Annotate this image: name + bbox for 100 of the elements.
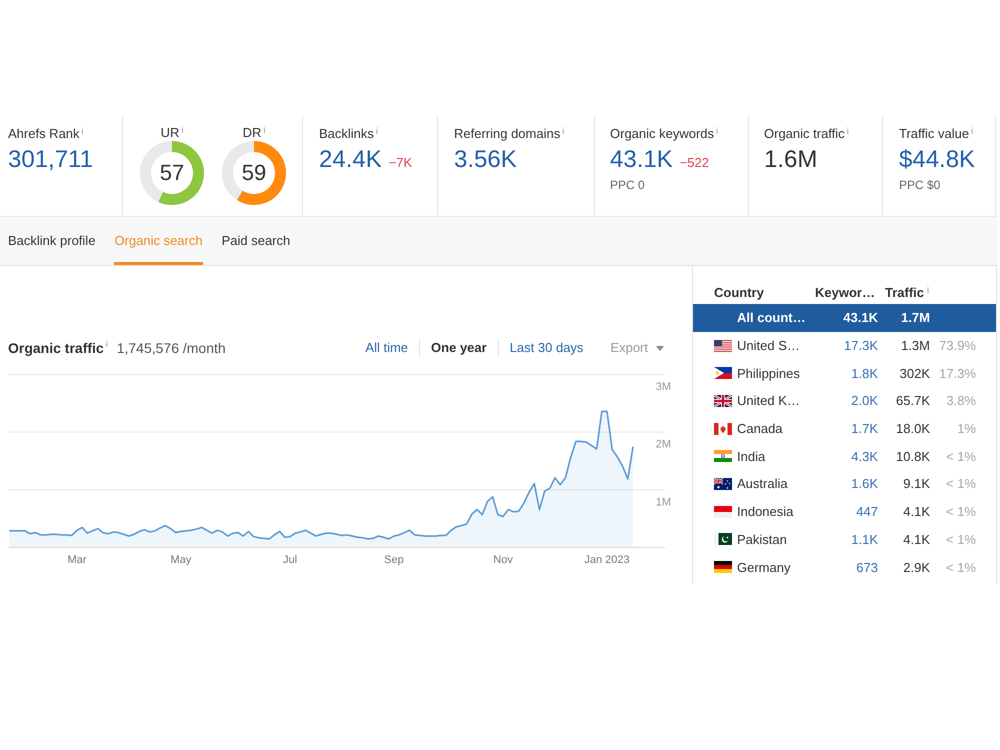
keyword-count[interactable]: 4.3K xyxy=(851,448,878,464)
metric-label: Backlinks xyxy=(319,126,374,142)
traffic-value: 4.1K xyxy=(903,532,930,547)
traffic-value: 2.9K xyxy=(903,560,930,575)
keyword-count[interactable]: 17.3K xyxy=(844,338,878,354)
flag-icon xyxy=(714,367,732,380)
gauge-label: DR xyxy=(242,125,262,141)
traffic-share: < 1% xyxy=(946,448,976,464)
country-row[interactable]: Canada 1.7K 18.0K 1% xyxy=(693,414,996,442)
keyword-count[interactable]: 43.1K xyxy=(843,310,878,326)
x-axis-label: Mar xyxy=(67,554,86,566)
x-axis-label: Jul xyxy=(283,554,298,566)
traffic-share: < 1% xyxy=(946,476,976,492)
traffic-value: 9.1K xyxy=(903,476,930,492)
metric-change: −7K xyxy=(388,155,412,170)
keyword-count[interactable]: 1.6K xyxy=(851,476,878,492)
country-row[interactable]: Germany 673 2.9K < 1% xyxy=(693,553,996,581)
metric-value: 1.6M xyxy=(764,146,818,174)
column-header: Keywor… xyxy=(815,284,875,300)
keyword-count[interactable]: 447 xyxy=(856,504,878,520)
info-icon: i xyxy=(562,126,564,136)
traffic-value: 302K xyxy=(900,366,930,381)
traffic-share: < 1% xyxy=(946,532,976,547)
traffic-value: 18.0K xyxy=(896,421,930,436)
keyword-count[interactable]: 1.7K xyxy=(851,421,878,436)
info-icon: i xyxy=(971,126,974,136)
keyword-count[interactable]: 673 xyxy=(856,560,878,575)
info-icon: i xyxy=(181,125,184,135)
flag-icon xyxy=(714,340,732,352)
traffic-share: 73.9% xyxy=(939,338,976,354)
flag-icon xyxy=(714,422,732,435)
country-row[interactable]: Philippines 1.8K 302K 17.3% xyxy=(693,359,996,388)
metric-label: Traffic value xyxy=(899,126,970,142)
metric-label: Organic keywords xyxy=(610,126,714,142)
range-tab[interactable]: One year xyxy=(419,339,498,357)
metric-value-link[interactable]: $44.8K xyxy=(899,146,976,174)
gauge-value: 59 xyxy=(242,161,266,185)
country-name: Pakistan xyxy=(737,532,788,547)
metric-value-link[interactable]: 3.56K xyxy=(454,146,517,174)
keyword-count[interactable]: 1.1K xyxy=(851,532,878,547)
traffic-value: 65.7K xyxy=(896,393,930,408)
flag-icon xyxy=(714,394,732,407)
metric-change: −522 xyxy=(680,155,710,170)
info-icon: i xyxy=(263,125,266,135)
y-axis-label: 1M xyxy=(656,496,671,508)
country-name: United S… xyxy=(737,338,801,354)
metric-value-link[interactable]: 43.1K xyxy=(610,146,673,174)
traffic-value: 1.3M xyxy=(901,338,930,354)
country-name: India xyxy=(737,448,766,464)
y-axis-label: 3M xyxy=(656,381,671,393)
country-row[interactable]: All count… 43.1K 1.7M xyxy=(693,304,996,332)
country-row[interactable]: Australia 1.6K 9.1K < 1% xyxy=(693,470,996,498)
keyword-count[interactable]: 1.8K xyxy=(851,366,878,381)
metric-value-link[interactable]: 301,711 xyxy=(8,146,93,174)
chart-title: Organic traffic xyxy=(8,340,104,356)
country-name: United K… xyxy=(737,393,801,408)
traffic-value: 4.1K xyxy=(903,504,930,520)
x-axis-label: Nov xyxy=(493,554,513,566)
flag-icon xyxy=(714,561,732,574)
traffic-total: 1,745,576 /month xyxy=(116,340,226,356)
traffic-share: 3.8% xyxy=(946,393,976,408)
country-name: Australia xyxy=(737,476,789,492)
flag-icon xyxy=(714,506,732,518)
x-axis-label: Jan 2023 xyxy=(584,554,630,566)
y-axis-label: 2M xyxy=(656,438,671,451)
gauge-label: UR xyxy=(160,125,180,141)
country-row[interactable]: India 4.3K 10.8K < 1% xyxy=(693,442,996,470)
info-icon: i xyxy=(846,126,849,136)
info-icon: i xyxy=(376,126,378,136)
x-axis-label: May xyxy=(170,554,192,566)
x-axis-label: Sep xyxy=(384,554,404,566)
metric-subtext: PPC $0 xyxy=(899,178,942,193)
country-name: Germany xyxy=(737,560,792,575)
section-tab[interactable]: Backlink profile xyxy=(8,217,96,265)
country-name: Indonesia xyxy=(737,504,794,520)
traffic-share: 1% xyxy=(957,421,976,436)
metric-subtext: PPC 0 xyxy=(610,178,646,193)
info-icon: i xyxy=(106,339,108,349)
flag-icon xyxy=(714,533,732,546)
range-tab[interactable]: All time xyxy=(354,339,420,357)
country-row[interactable]: United K… 2.0K 65.7K 3.8% xyxy=(693,387,996,415)
traffic-value: 10.8K xyxy=(896,448,930,464)
traffic-value: 1.7M xyxy=(901,310,930,326)
gauge-value: 57 xyxy=(160,161,184,185)
range-tab[interactable]: Last 30 days xyxy=(498,339,594,357)
section-tab[interactable]: Paid search xyxy=(222,217,290,265)
country-row[interactable]: Indonesia 447 4.1K < 1% xyxy=(693,498,996,526)
metric-label: Referring domains xyxy=(454,126,560,142)
column-header: Country xyxy=(714,284,764,300)
flag-icon xyxy=(714,478,732,490)
info-icon: i xyxy=(716,126,718,136)
country-name: Philippines xyxy=(737,366,801,381)
metric-value-link[interactable]: 24.4K xyxy=(319,146,382,174)
traffic-share: < 1% xyxy=(946,560,976,575)
traffic-share: 17.3% xyxy=(939,366,976,381)
country-row[interactable]: United S… 17.3K 1.3M 73.9% xyxy=(693,332,996,360)
flag-icon xyxy=(714,450,732,462)
keyword-count[interactable]: 2.0K xyxy=(851,393,878,408)
country-name: All count… xyxy=(737,310,807,326)
country-row[interactable]: Pakistan 1.1K 4.1K < 1% xyxy=(693,526,996,554)
